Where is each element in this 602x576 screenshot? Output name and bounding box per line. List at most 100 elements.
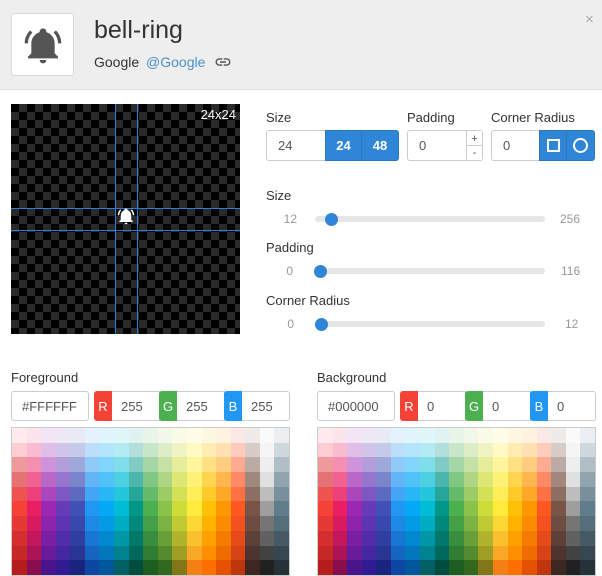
color-swatch[interactable] bbox=[114, 442, 129, 458]
color-swatch[interactable] bbox=[405, 516, 421, 531]
color-swatch[interactable] bbox=[216, 442, 231, 458]
color-swatch[interactable] bbox=[84, 472, 100, 487]
color-swatch[interactable] bbox=[449, 560, 464, 575]
color-swatch[interactable] bbox=[230, 472, 246, 487]
color-swatch[interactable] bbox=[478, 428, 493, 443]
color-swatch[interactable] bbox=[405, 545, 421, 561]
color-swatch[interactable] bbox=[99, 442, 115, 458]
color-swatch[interactable] bbox=[478, 442, 493, 458]
color-swatch[interactable] bbox=[361, 442, 377, 458]
color-swatch[interactable] bbox=[114, 560, 129, 575]
close-icon[interactable]: × bbox=[585, 11, 594, 28]
color-swatch[interactable] bbox=[157, 472, 173, 487]
color-swatch[interactable] bbox=[186, 442, 202, 458]
color-swatch[interactable] bbox=[259, 457, 275, 473]
color-swatch[interactable] bbox=[114, 516, 129, 531]
color-swatch[interactable] bbox=[245, 501, 260, 517]
color-swatch[interactable] bbox=[26, 545, 42, 561]
color-swatch[interactable] bbox=[274, 472, 289, 487]
color-swatch[interactable] bbox=[259, 442, 275, 458]
color-swatch[interactable] bbox=[274, 428, 289, 443]
color-swatch[interactable] bbox=[361, 472, 377, 487]
color-swatch[interactable] bbox=[186, 486, 202, 502]
color-swatch[interactable] bbox=[449, 501, 464, 517]
color-swatch[interactable] bbox=[84, 428, 100, 443]
color-swatch[interactable] bbox=[114, 545, 129, 561]
color-swatch[interactable] bbox=[55, 457, 71, 473]
color-swatch[interactable] bbox=[507, 530, 523, 546]
color-swatch[interactable] bbox=[143, 501, 158, 517]
color-swatch[interactable] bbox=[143, 428, 158, 443]
color-swatch[interactable] bbox=[551, 486, 566, 502]
color-swatch[interactable] bbox=[230, 530, 246, 546]
background-g-input[interactable]: 0 bbox=[483, 391, 531, 421]
color-swatch[interactable] bbox=[114, 501, 129, 517]
color-swatch[interactable] bbox=[434, 516, 450, 531]
color-swatch[interactable] bbox=[172, 486, 187, 502]
color-swatch[interactable] bbox=[376, 530, 391, 546]
color-swatch[interactable] bbox=[361, 545, 377, 561]
color-swatch[interactable] bbox=[26, 530, 42, 546]
color-swatch[interactable] bbox=[507, 516, 523, 531]
color-swatch[interactable] bbox=[26, 472, 42, 487]
color-swatch[interactable] bbox=[114, 472, 129, 487]
color-swatch[interactable] bbox=[565, 486, 581, 502]
color-swatch[interactable] bbox=[216, 530, 231, 546]
color-swatch[interactable] bbox=[41, 442, 56, 458]
color-swatch[interactable] bbox=[245, 457, 260, 473]
color-swatch[interactable] bbox=[332, 530, 348, 546]
background-r-input[interactable]: 0 bbox=[418, 391, 466, 421]
color-swatch[interactable] bbox=[128, 457, 144, 473]
color-swatch[interactable] bbox=[449, 472, 464, 487]
color-swatch[interactable] bbox=[376, 486, 391, 502]
color-swatch[interactable] bbox=[332, 442, 348, 458]
color-swatch[interactable] bbox=[70, 486, 85, 502]
color-swatch[interactable] bbox=[405, 428, 421, 443]
color-swatch[interactable] bbox=[70, 560, 85, 575]
color-swatch[interactable] bbox=[12, 428, 27, 443]
square-shape-button[interactable] bbox=[539, 130, 567, 161]
color-swatch[interactable] bbox=[186, 457, 202, 473]
color-swatch[interactable] bbox=[186, 560, 202, 575]
color-swatch[interactable] bbox=[347, 560, 362, 575]
color-swatch[interactable] bbox=[565, 501, 581, 517]
color-swatch[interactable] bbox=[230, 457, 246, 473]
color-swatch[interactable] bbox=[478, 560, 493, 575]
color-swatch[interactable] bbox=[361, 457, 377, 473]
color-swatch[interactable] bbox=[99, 457, 115, 473]
color-swatch[interactable] bbox=[230, 442, 246, 458]
color-swatch[interactable] bbox=[536, 472, 552, 487]
color-swatch[interactable] bbox=[565, 457, 581, 473]
color-swatch[interactable] bbox=[99, 560, 115, 575]
color-swatch[interactable] bbox=[580, 530, 595, 546]
color-swatch[interactable] bbox=[420, 428, 435, 443]
color-swatch[interactable] bbox=[55, 530, 71, 546]
color-swatch[interactable] bbox=[565, 428, 581, 443]
color-swatch[interactable] bbox=[390, 442, 406, 458]
color-swatch[interactable] bbox=[143, 486, 158, 502]
color-swatch[interactable] bbox=[172, 472, 187, 487]
color-swatch[interactable] bbox=[565, 442, 581, 458]
foreground-b-input[interactable]: 255 bbox=[242, 391, 290, 421]
circle-shape-button[interactable] bbox=[566, 130, 595, 161]
color-swatch[interactable] bbox=[551, 560, 566, 575]
color-swatch[interactable] bbox=[216, 457, 231, 473]
color-swatch[interactable] bbox=[507, 545, 523, 561]
color-swatch[interactable] bbox=[84, 545, 100, 561]
padding-slider-track[interactable] bbox=[315, 268, 545, 274]
color-swatch[interactable] bbox=[245, 530, 260, 546]
color-swatch[interactable] bbox=[507, 472, 523, 487]
color-swatch[interactable] bbox=[347, 472, 362, 487]
color-swatch[interactable] bbox=[332, 486, 348, 502]
color-swatch[interactable] bbox=[128, 486, 144, 502]
color-swatch[interactable] bbox=[463, 560, 479, 575]
color-swatch[interactable] bbox=[114, 530, 129, 546]
color-swatch[interactable] bbox=[26, 560, 42, 575]
color-swatch[interactable] bbox=[55, 545, 71, 561]
color-swatch[interactable] bbox=[463, 516, 479, 531]
color-swatch[interactable] bbox=[565, 530, 581, 546]
color-swatch[interactable] bbox=[12, 501, 27, 517]
color-swatch[interactable] bbox=[390, 530, 406, 546]
color-swatch[interactable] bbox=[172, 545, 187, 561]
color-swatch[interactable] bbox=[230, 428, 246, 443]
